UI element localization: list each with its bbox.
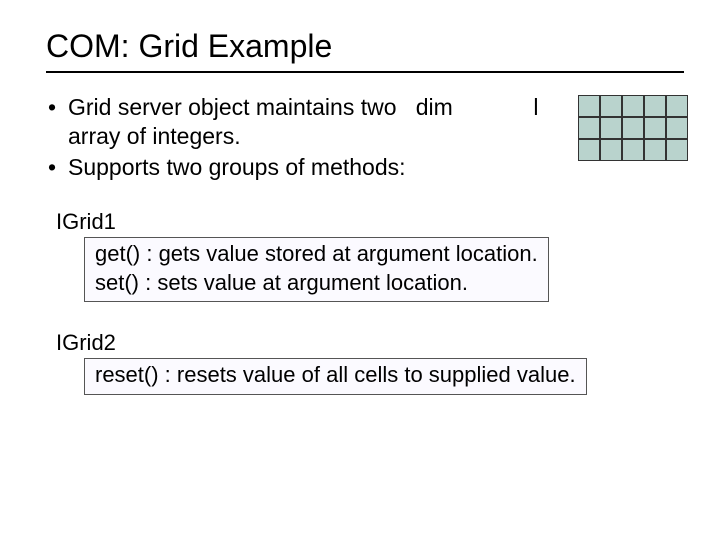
grid-cell [622, 117, 644, 139]
grid-cell [578, 117, 600, 139]
grid-cell [666, 95, 688, 117]
iface1-methods: get() : gets value stored at argument lo… [84, 237, 549, 302]
iface1-method-get: get() : gets value stored at argument lo… [95, 240, 538, 269]
iface1-method-set: set() : sets value at argument location. [95, 269, 538, 298]
bullet-1-text-d: array of integers. [68, 123, 241, 149]
bullet-1-text-a: Grid server object maintains two [68, 94, 397, 120]
iface1-label: IGrid1 [56, 209, 684, 235]
bullet-1: Grid server object maintains two dimensi… [46, 93, 568, 151]
grid-cell [644, 117, 666, 139]
slide: COM: Grid Example Grid server object mai… [0, 0, 720, 415]
grid-cell [622, 95, 644, 117]
grid-cell [666, 139, 688, 161]
grid-cell [622, 139, 644, 161]
grid-cell [600, 139, 622, 161]
bullet-1-text-b: dim [416, 94, 453, 120]
title-underline [46, 71, 684, 73]
grid-cell [578, 95, 600, 117]
grid-cell [600, 95, 622, 117]
bullet-list: Grid server object maintains two dimensi… [46, 93, 568, 183]
interface-groups: IGrid1 get() : gets value stored at argu… [46, 209, 684, 395]
grid-cell [644, 139, 666, 161]
iface2-methods: reset() : resets value of all cells to s… [84, 358, 587, 395]
iface2-label: IGrid2 [56, 330, 684, 356]
grid-illustration [578, 95, 688, 161]
grid-cell [600, 117, 622, 139]
grid-cell [644, 95, 666, 117]
slide-title: COM: Grid Example [46, 28, 684, 65]
iface2-method-reset: reset() : resets value of all cells to s… [95, 361, 576, 390]
grid-cell [578, 139, 600, 161]
bullet-2: Supports two groups of methods: [46, 153, 568, 182]
grid-cell [666, 117, 688, 139]
bullet-1-text-c: l [533, 94, 538, 120]
content-row: Grid server object maintains two dimensi… [46, 93, 684, 183]
